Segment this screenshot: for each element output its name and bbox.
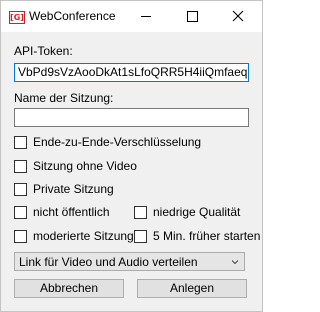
checkbox-box[interactable]: [14, 135, 27, 149]
meeting-name-label: Name der Sitzung:: [14, 91, 114, 105]
api-token-label: API-Token:: [14, 44, 73, 58]
checkbox-box[interactable]: [14, 182, 27, 196]
select-value: Link für Video und Audio verteilen: [19, 255, 198, 269]
checkbox-label: nicht öffentlich: [33, 205, 110, 219]
chevron-down-icon: [232, 260, 238, 265]
checkbox-box[interactable]: [14, 205, 27, 219]
minimize-button[interactable]: [123, 1, 169, 32]
checkbox-box[interactable]: [14, 159, 27, 173]
title-bar[interactable]: [G] WebConference: [1, 1, 262, 32]
checkbox-label: niedrige Qualität: [153, 205, 241, 219]
no-video-checkbox[interactable]: Sitzung ohne Video: [14, 159, 137, 173]
cancel-button[interactable]: Abbrechen: [14, 279, 124, 298]
api-token-input[interactable]: VbPd9sVzAooDkAt1sLfoQRR5H4iiQmfaeqTdAu: [14, 63, 249, 82]
app-icon: [G]: [9, 11, 25, 24]
minimize-icon: [141, 16, 151, 17]
private-session-checkbox[interactable]: Private Sitzung: [14, 182, 114, 196]
maximize-button[interactable]: [169, 1, 215, 32]
link-distribution-select[interactable]: Link für Video und Audio verteilen: [14, 252, 245, 271]
moderated-session-checkbox[interactable]: moderierte Sitzung: [14, 229, 134, 243]
window-title: WebConference: [29, 9, 116, 23]
checkbox-label: Sitzung ohne Video: [33, 159, 137, 173]
checkbox-box[interactable]: [134, 229, 147, 243]
maximize-icon: [187, 11, 198, 22]
not-public-checkbox[interactable]: nicht öffentlich: [14, 205, 110, 219]
checkbox-box[interactable]: [134, 205, 147, 219]
checkbox-label: Ende-zu-Ende-Verschlüsselung: [33, 135, 202, 149]
low-quality-checkbox[interactable]: niedrige Qualität: [134, 205, 240, 219]
checkbox-box[interactable]: [14, 229, 27, 243]
e2e-encryption-checkbox[interactable]: Ende-zu-Ende-Verschlüsselung: [14, 135, 201, 149]
checkbox-label: moderierte Sitzung: [33, 229, 134, 243]
close-button[interactable]: [215, 1, 261, 32]
checkbox-label: 5 Min. früher starten: [153, 229, 261, 243]
start-early-checkbox[interactable]: 5 Min. früher starten: [134, 229, 260, 243]
checkbox-label: Private Sitzung: [33, 182, 114, 196]
create-button[interactable]: Anlegen: [137, 279, 247, 298]
close-icon: [232, 10, 244, 22]
meeting-name-input[interactable]: [14, 108, 249, 127]
dialog-window: [G] WebConference API-Token: VbPd9sVzAoo…: [0, 0, 263, 312]
